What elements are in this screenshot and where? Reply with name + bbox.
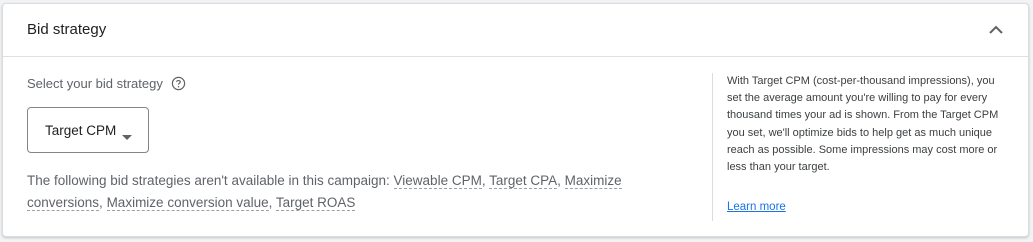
unavailable-strategy[interactable]: Target CPA: [489, 173, 558, 189]
select-row: Select your bid strategy: [27, 76, 186, 91]
chevron-up-icon[interactable]: [984, 18, 1008, 42]
card-header[interactable]: Bid strategy: [3, 4, 1028, 57]
unavailable-strategy[interactable]: Maximize conversion value: [106, 195, 269, 211]
dropdown-selected-value: Target CPM: [45, 122, 117, 138]
info-panel: With Target CPM (cost-per-thousand impre…: [727, 73, 1012, 213]
unavailable-strategy[interactable]: Target ROAS: [275, 195, 356, 211]
unavailable-strategies-text: The following bid strategies aren't avai…: [27, 173, 622, 211]
help-circle-icon[interactable]: [171, 76, 186, 91]
section-title: Bid strategy: [27, 21, 107, 38]
card-body: Select your bid strategy Target CPM The …: [3, 57, 1028, 237]
learn-more-link[interactable]: Learn more: [727, 201, 786, 213]
select-label: Select your bid strategy: [27, 76, 163, 91]
bid-strategy-card: Bid strategy Select your bid strategy Ta…: [2, 3, 1029, 237]
info-description: With Target CPM (cost-per-thousand impre…: [727, 75, 999, 174]
unavailable-prefix: The following bid strategies aren't avai…: [27, 173, 394, 188]
unavailable-strategy[interactable]: Viewable CPM: [393, 173, 482, 189]
arrow-drop-down-icon: [122, 128, 133, 140]
bid-strategy-dropdown[interactable]: Target CPM: [27, 107, 149, 153]
vertical-divider: [712, 73, 713, 221]
